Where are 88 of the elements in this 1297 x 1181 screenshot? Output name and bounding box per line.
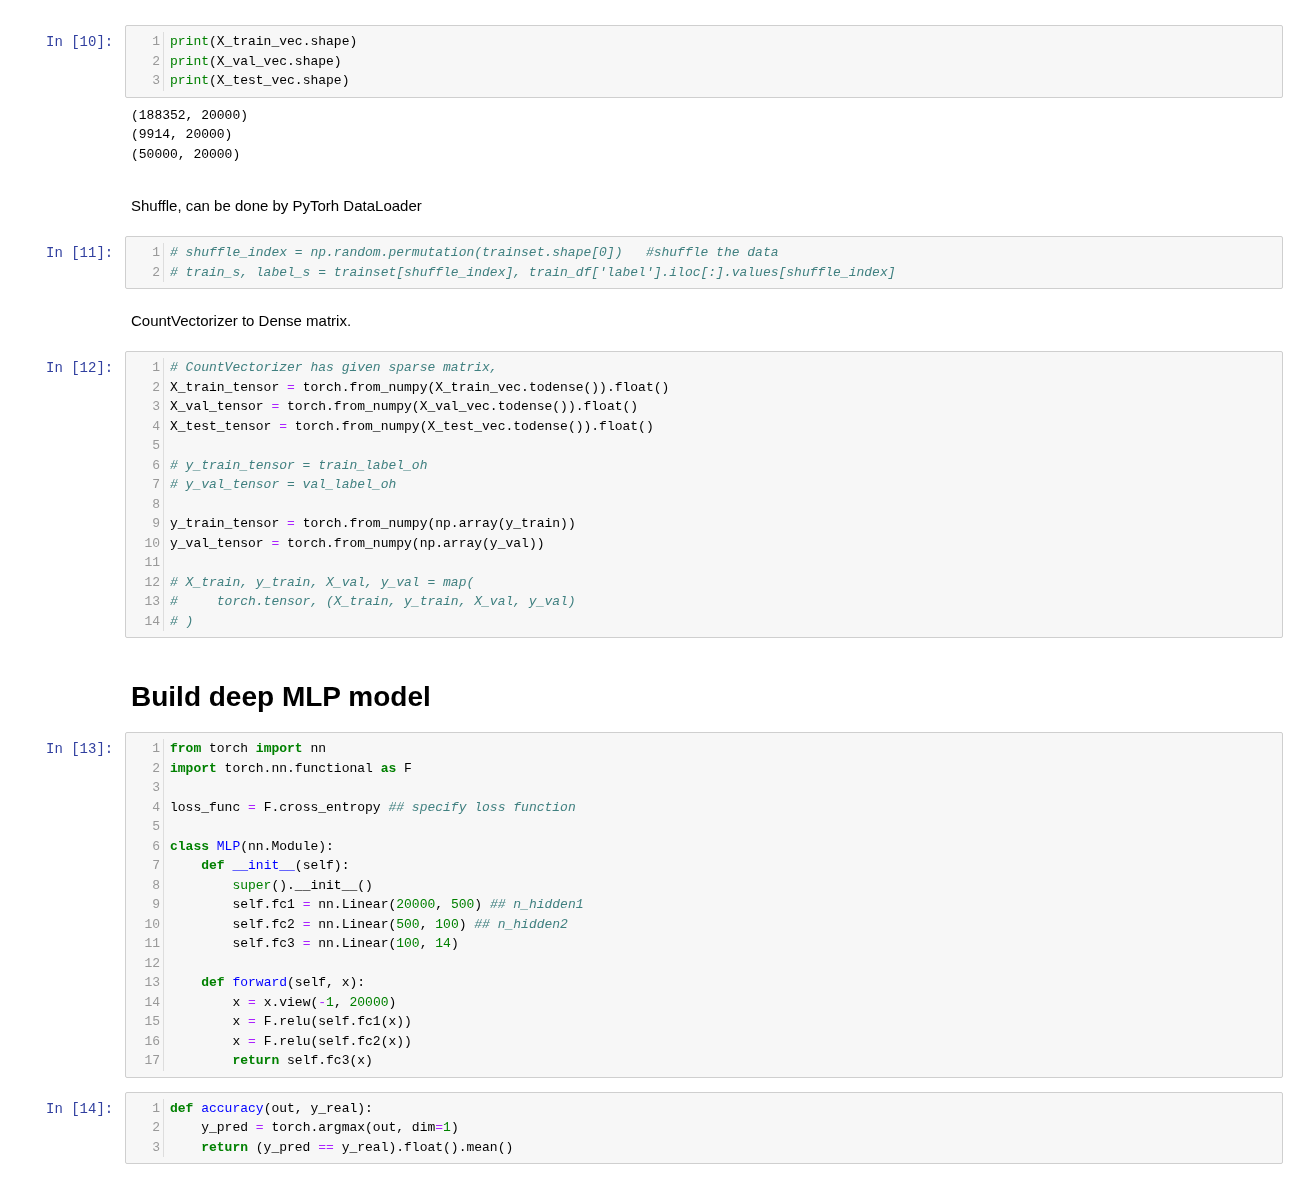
- line-number: 1: [151, 33, 160, 51]
- line-number: 14: [143, 612, 160, 631]
- line-number: 8: [151, 495, 160, 514]
- line-number: 5: [151, 437, 160, 455]
- line-number: 10: [143, 915, 160, 934]
- markdown-text: Shuffle, can be done by PyTorh DataLoader: [131, 197, 422, 214]
- markdown-text: CountVectorizer to Dense matrix.: [131, 312, 352, 329]
- code-line: # shuffle_index = np.random.permutation(trainset.shape[0]) #shuffle the data: [170, 244, 779, 262]
- line-number: 12: [143, 954, 160, 973]
- code-line: import torch.nn.functional as F: [170, 759, 412, 778]
- line-number: 14: [143, 993, 160, 1012]
- code-line: print(X_test_vec.shape): [170, 72, 350, 90]
- code-line: loss_func = F.cross_entropy ## specify loss function: [170, 798, 576, 817]
- code-line: def forward(self, x):: [200, 974, 366, 992]
- line-number: 8: [151, 876, 160, 895]
- line-number: 3: [151, 779, 160, 797]
- code-line: print(X_val_vec.shape): [170, 52, 342, 71]
- line-number: 9: [151, 896, 160, 914]
- code-line: # train_s, label_s = trainset[shuffle_index], train_df['label'].iloc[:].values[shuffle_index]: [170, 263, 896, 282]
- code-line: # y_train_tensor = train_label_oh: [170, 456, 428, 475]
- code-line: # CountVectorizer has given sparse matrix,: [170, 359, 498, 377]
- line-number: 15: [143, 1013, 160, 1031]
- line-number: 9: [151, 515, 160, 533]
- code-line: y_pred = torch.argmax(out, dim=1): [200, 1119, 459, 1137]
- code-line: y_train_tensor = torch.from_numpy(np.array(y_train)): [170, 515, 576, 533]
- code-cell[interactable]: 1 2 3 print(X_train_vec.shape) print(X_val_vec.shape) print(X_test_vec.shape): [125, 25, 1283, 98]
- output-line: (50000, 20000): [131, 145, 241, 164]
- line-number: 2: [151, 759, 160, 778]
- line-number: 16: [143, 1032, 160, 1051]
- line-number: 2: [151, 52, 160, 71]
- code-line: # ): [170, 612, 194, 631]
- line-number: 3: [151, 1138, 160, 1157]
- line-number: 10: [143, 534, 160, 553]
- line-number: 1: [151, 359, 160, 377]
- line-number: 4: [151, 798, 160, 817]
- line-number: 12: [143, 573, 160, 592]
- code-line: def accuracy(out, y_real):: [170, 1099, 373, 1118]
- code-line: return self.fc3(x): [231, 1052, 373, 1070]
- line-number: 4: [151, 417, 160, 436]
- code-line: # y_val_tensor = val_label_oh: [170, 476, 397, 494]
- code-line: super().__init__(): [231, 876, 373, 895]
- code-line: X_train_tensor = torch.from_numpy(X_train_vec.todense()).float(): [170, 378, 670, 397]
- input-prompt: In [14]:: [46, 1099, 115, 1119]
- code-line: self.fc3 = nn.Linear(100, 14): [231, 935, 459, 953]
- line-number: 6: [151, 837, 160, 856]
- code-line: X_val_tensor = torch.from_numpy(X_val_vec.todense()).float(): [170, 398, 639, 416]
- code-line: self.fc1 = nn.Linear(20000, 500) ## n_hidden1: [231, 896, 584, 914]
- code-line: return (y_pred == y_real).float().mean(): [200, 1138, 514, 1157]
- output-line: (188352, 20000): [131, 106, 249, 125]
- line-number: 13: [143, 974, 160, 992]
- code-line: # X_train, y_train, X_val, y_val = map(: [170, 573, 475, 592]
- code-cell[interactable]: [125, 732, 1283, 1078]
- code-line: class MLP(nn.Module):: [170, 837, 334, 856]
- line-number: 11: [143, 554, 160, 572]
- line-number: 3: [151, 398, 160, 416]
- line-number: 7: [151, 476, 160, 494]
- code-line: x = F.relu(self.fc1(x)): [231, 1013, 412, 1031]
- line-number: 11: [143, 935, 160, 953]
- code-line: def __init__(self):: [200, 857, 350, 875]
- input-prompt: In [10]:: [46, 33, 115, 52]
- code-line: x = x.view(-1, 20000): [231, 993, 397, 1012]
- line-number: 6: [151, 456, 160, 475]
- line-number: 2: [151, 378, 160, 397]
- line-number: 7: [151, 857, 160, 875]
- input-prompt: In [12]:: [46, 359, 115, 378]
- section-heading: Build deep MLP model: [131, 680, 431, 714]
- input-prompt: In [11]:: [46, 244, 115, 263]
- line-number: 1: [151, 244, 160, 262]
- input-prompt: In [13]:: [46, 740, 115, 759]
- code-line: self.fc2 = nn.Linear(500, 100) ## n_hidden2: [231, 915, 568, 934]
- line-number: 17: [143, 1052, 160, 1070]
- code-line: # torch.tensor, (X_train, y_train, X_val, y_val): [170, 593, 576, 611]
- code-line: print(X_train_vec.shape): [170, 33, 358, 51]
- code-line: y_val_tensor = torch.from_numpy(np.array(y_val)): [170, 534, 545, 553]
- line-number: 1: [151, 1099, 160, 1118]
- code-cell[interactable]: 1 2 3 def accuracy(out, y_real): y_pred = torch.argmax(out, dim=1) return (y_pred == y_real).float().mean(): [125, 1091, 1283, 1164]
- line-number: 5: [151, 818, 160, 836]
- line-number: 3: [151, 72, 160, 90]
- code-cell[interactable]: 1 2 # shuffle_index = np.random.permutation(trainset.shape[0]) #shuffle the data # train_s, label_s = trainset[shuffle_index], train_df['label'].iloc[:].values[shuffle_index]: [125, 236, 1283, 289]
- line-number: 13: [143, 593, 160, 611]
- code-cell[interactable]: [125, 351, 1283, 638]
- output-line: (9914, 20000): [131, 126, 233, 144]
- line-number: 1: [151, 740, 160, 758]
- code-line: X_test_tensor = torch.from_numpy(X_test_vec.todense()).float(): [170, 417, 654, 436]
- line-number: 2: [151, 263, 160, 282]
- line-number: 2: [151, 1119, 160, 1137]
- code-line: from torch import nn: [170, 740, 327, 758]
- code-line: x = F.relu(self.fc2(x)): [231, 1032, 412, 1051]
